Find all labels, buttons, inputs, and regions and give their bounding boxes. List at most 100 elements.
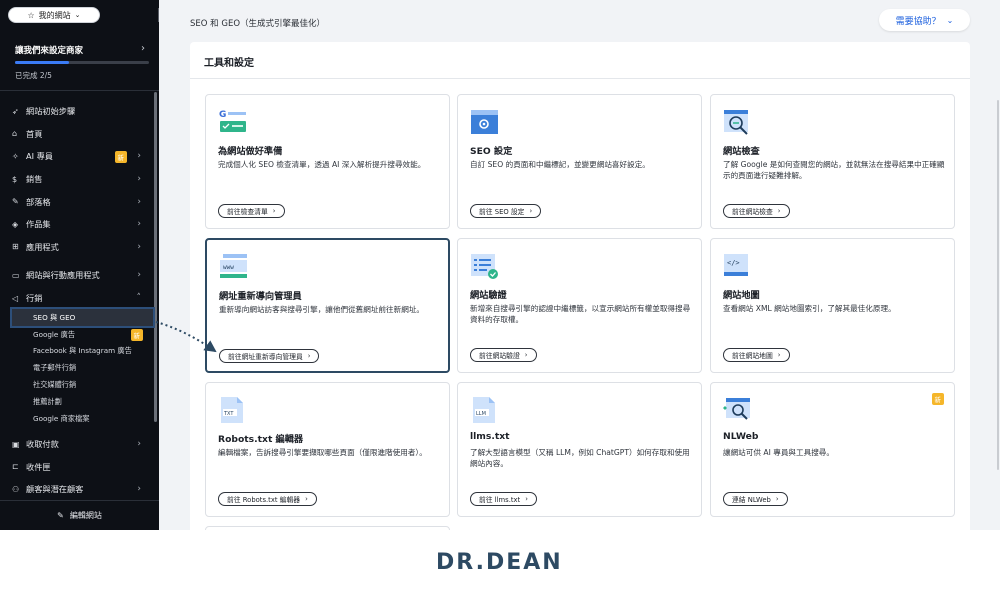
chevron-down-icon: ⌄	[946, 15, 954, 25]
card-robots-txt[interactable]: TXT Robots.txt 編輯器 編輯檔案，告訴搜尋引擎要擷取哪些頁面（僅限…	[205, 382, 450, 517]
sidebar-item-marketing[interactable]: ◁ 行銷 ˄	[0, 287, 159, 310]
sidebar-subitem-google-ads[interactable]: Google 廣告 新	[0, 326, 159, 343]
svg-text:LLM: LLM	[476, 411, 486, 417]
dollar-icon: $	[12, 174, 18, 184]
card-partial	[205, 526, 450, 530]
apps-icon: ⊞	[12, 242, 19, 252]
card-sitemap[interactable]: </> 網站地圖 查看網站 XML 網站地圖索引，了解其最佳化原理。 前往網站地…	[710, 238, 955, 373]
sidebar-subitem-google-business[interactable]: Google 商家檔案	[0, 410, 159, 427]
sidebar-item-inbox[interactable]: ⊏ 收件匣	[0, 456, 159, 479]
help-button-label: 需要協助？	[895, 16, 941, 27]
sidebar-item-label: 收取付款	[26, 439, 59, 450]
magnifier-icon	[724, 110, 748, 135]
sidebar-item-home[interactable]: ⌂ 首頁	[0, 123, 159, 146]
code-sitemap-icon: </>	[724, 254, 748, 276]
card-title: NLWeb	[723, 431, 759, 442]
chevron-right-icon: ›	[141, 43, 145, 54]
setup-title: 讓我們來設定商家	[15, 46, 84, 56]
page-title: SEO 和 GEO（生成式引擎最佳化）	[190, 19, 326, 29]
rocket-icon: ➶	[12, 106, 19, 116]
sidebar-item-label: 顧客與潛在顧客	[26, 484, 84, 495]
brand-logo: DR.DEAN	[436, 548, 563, 576]
tools-panel: 工具和設定 G 為網站做好準備 完成個人化 SEO 檢查清單，透過 AI 深入解…	[190, 42, 970, 530]
card-description: 自訂 SEO 的頁面和中繼標記，並變更網站喜好設定。	[470, 160, 650, 169]
go-to-sitemap-button[interactable]: 前往網站地圖 ›	[723, 348, 790, 362]
sidebar-subitem-seo-geo[interactable]: SEO 與 GEO	[10, 307, 155, 329]
inbox-icon: ⊏	[12, 462, 19, 472]
card-seo-settings[interactable]: SEO 設定 自訂 SEO 的頁面和中繼標記，並變更網站喜好設定。 前往 SEO…	[457, 94, 702, 229]
card-button-label: 前往 SEO 設定	[479, 208, 525, 216]
help-button[interactable]: 需要協助？ ⌄	[879, 9, 970, 31]
card-title: Robots.txt 編輯器	[218, 434, 304, 445]
main-content: SEO 和 GEO（生成式引擎最佳化） 需要協助？ ⌄ 工具和設定 G 為網站做…	[159, 0, 1000, 530]
sidebar-subitem-label: 電子郵件行銷	[33, 363, 77, 373]
svg-text:TXT: TXT	[223, 411, 234, 417]
card-title: 網站驗證	[470, 290, 507, 301]
google-checklist-icon: G	[219, 110, 246, 132]
card-site-inspection[interactable]: 網站檢查 了解 Google 是如何查閱您的網站，並就無法在搜尋結果中正確顯示的…	[710, 94, 955, 229]
card-button-label: 前往網址重新導向管理員	[228, 353, 303, 361]
edit-site-label: 編輯網站	[69, 511, 102, 520]
card-button-label: 前往 llms.txt	[479, 496, 521, 504]
sidebar-item-blog[interactable]: ✎ 部落格 ›	[0, 190, 159, 213]
chevron-right-icon: ›	[307, 352, 311, 360]
edit-icon: ✎	[12, 197, 19, 207]
sidebar-item-sales[interactable]: $ 銷售 ›	[0, 168, 159, 191]
sidebar-subitem-label: Google 商家檔案	[33, 413, 90, 423]
card-description: 了解大型語言模型（又稱 LLM，例如 ChatGPT）如何存取和使用網站內容。	[470, 448, 690, 468]
card-llms-txt[interactable]: LLM llms.txt 了解大型語言模型（又稱 LLM，例如 ChatGPT）…	[457, 382, 702, 517]
connect-nlweb-button[interactable]: 連結 NLWeb ›	[723, 492, 788, 506]
go-to-seo-settings-button[interactable]: 前往 SEO 設定 ›	[470, 204, 542, 218]
sidebar-item-site-and-app[interactable]: ▭ 網站與行動應用程式 ›	[0, 264, 159, 287]
svg-text:G: G	[219, 110, 226, 120]
go-to-robots-editor-button[interactable]: 前往 Robots.txt 編輯器 ›	[218, 492, 317, 506]
chevron-down-icon: ⌄	[74, 11, 81, 19]
card-url-redirect[interactable]: www 網址重新導向管理員 重新導向網站訪客與搜尋引擎，讓他們從舊網址前往新網址…	[205, 238, 450, 373]
main-scrollbar[interactable]	[997, 100, 999, 470]
sidebar-subitem-referral[interactable]: 推薦計劃	[0, 393, 159, 410]
chevron-right-icon: ›	[137, 270, 141, 281]
sidebar-item-customers[interactable]: ⚇ 顧客與潛在顧客 ›	[0, 478, 159, 501]
svg-text:</>: </>	[727, 259, 740, 267]
edit-site-button[interactable]: ✎ 編輯網站	[0, 500, 159, 530]
go-to-site-verification-button[interactable]: 前往網站驗證 ›	[470, 348, 537, 362]
llm-file-icon: LLM	[473, 397, 495, 423]
chevron-right-icon: ›	[137, 196, 141, 207]
card-description: 新增來自搜尋引擎的認證中繼標籤，以宣示網站所有權並取得搜尋資料的存取權。	[470, 304, 691, 324]
card-checklist[interactable]: G 為網站做好準備 完成個人化 SEO 檢查清單，透過 AI 深入解析提升搜尋效…	[205, 94, 450, 229]
sidebar-item-label: 銷售	[26, 174, 43, 185]
site-selector[interactable]: ☆ 我的網站 ⌄	[8, 7, 100, 23]
card-site-verification[interactable]: 網站驗證 新增來自搜尋引擎的認證中繼標籤，以宣示網站所有權並取得搜尋資料的存取權…	[457, 238, 702, 373]
card-button-label: 前往檢查清單	[227, 208, 268, 216]
chevron-right-icon: ›	[137, 241, 141, 252]
megaphone-icon: ◁	[12, 293, 19, 303]
logo-text: DR.DEAN	[436, 549, 563, 575]
go-to-llms-txt-button[interactable]: 前往 llms.txt ›	[470, 492, 537, 506]
nlweb-search-icon	[723, 398, 750, 420]
sidebar-subitem-facebook-instagram-ads[interactable]: Facebook 與 Instagram 廣告	[0, 343, 159, 360]
go-to-url-redirect-button[interactable]: 前往網址重新導向管理員 ›	[219, 349, 320, 363]
go-to-checklist-button[interactable]: 前往檢查清單 ›	[218, 204, 285, 218]
star-icon: ☆	[27, 10, 35, 20]
sidebar-item-payments[interactable]: ▣ 收取付款 ›	[0, 433, 159, 456]
sidebar-subitem-email-marketing[interactable]: 電子郵件行銷	[0, 360, 159, 377]
chevron-right-icon: ›	[777, 207, 781, 215]
new-badge: 新	[114, 151, 127, 164]
card-description: 了解 Google 是如何查閱您的網站，並就無法在搜尋結果中正確顯示的頁面進行疑…	[723, 160, 945, 180]
card-title: 為網站做好準備	[218, 146, 283, 157]
setup-progress[interactable]: 讓我們來設定商家 › 已完成 2/5	[0, 36, 159, 86]
card-nlweb[interactable]: 新 NLWeb 讓網站可供 AI 專員與工具搜尋。 連結 NLWeb ›	[710, 382, 955, 517]
sidebar-subitem-social-marketing[interactable]: 社交媒體行銷	[0, 377, 159, 394]
go-to-site-inspection-button[interactable]: 前往網站檢查 ›	[723, 204, 790, 218]
sidebar-item-portfolio[interactable]: ◈ 作品集 ›	[0, 213, 159, 236]
portfolio-icon: ◈	[12, 219, 19, 229]
card-description: 編輯檔案，告訴搜尋引擎要擷取哪些頁面（僅限進階使用者）。	[218, 448, 427, 457]
panel-divider	[190, 78, 970, 79]
sidebar-subitem-label: SEO 與 GEO	[33, 312, 76, 322]
site-selector-label: 我的網站	[38, 10, 71, 20]
sidebar-item-getting-started[interactable]: ➶ 網站初始步驟	[0, 100, 159, 123]
sidebar-item-ai-agent[interactable]: ✧ AI 專員 新 ›	[0, 145, 159, 168]
sidebar-item-apps[interactable]: ⊞ 應用程式 ›	[0, 236, 159, 259]
chevron-right-icon: ›	[137, 174, 141, 185]
setup-progress-fill	[15, 61, 69, 64]
